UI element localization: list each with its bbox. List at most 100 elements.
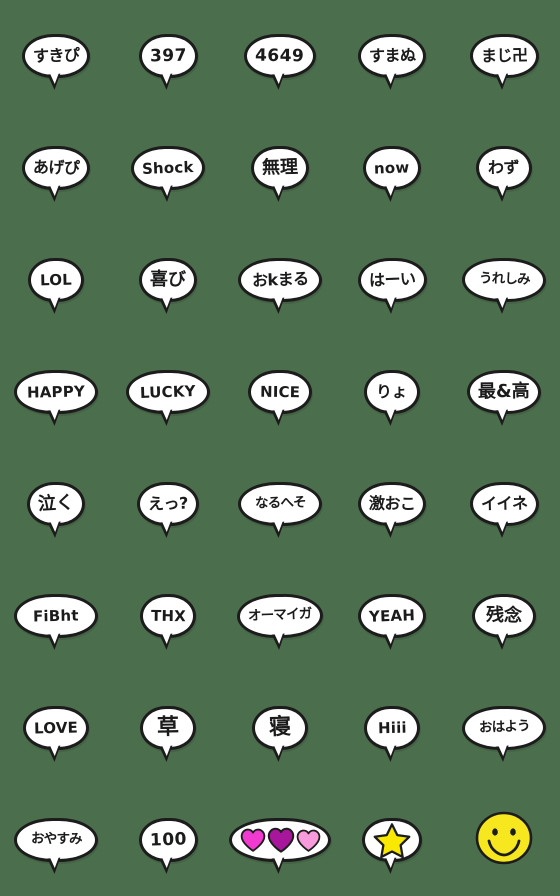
hearts-bubble-sticker[interactable] xyxy=(224,784,336,896)
emoji-cell[interactable]: りょ xyxy=(336,336,448,448)
emoji-cell[interactable]: LUCKY xyxy=(112,336,224,448)
speech-bubble-sticker[interactable]: NICE xyxy=(224,336,336,448)
emoji-cell[interactable]: FiBht xyxy=(0,560,112,672)
emoji-cell[interactable]: あげぴ xyxy=(0,112,112,224)
speech-bubble-sticker[interactable]: THX xyxy=(112,560,224,672)
emoji-cell[interactable]: 4649 xyxy=(224,0,336,112)
speech-bubble-icon: 激おこ xyxy=(357,482,427,526)
speech-bubble-sticker[interactable]: LUCKY xyxy=(112,336,224,448)
bubble-label: LUCKY xyxy=(139,381,197,402)
emoji-cell[interactable]: うれしみ xyxy=(448,224,560,336)
bubble-label: わず xyxy=(488,157,520,178)
speech-bubble-icon: 寝 xyxy=(252,706,308,750)
emoji-cell[interactable]: now xyxy=(336,112,448,224)
emoji-cell[interactable]: おkまる xyxy=(224,224,336,336)
speech-bubble-sticker[interactable]: あげぴ xyxy=(0,112,112,224)
emoji-cell[interactable]: Shock xyxy=(112,112,224,224)
emoji-cell[interactable]: 草 xyxy=(112,672,224,784)
speech-bubble-sticker[interactable]: 寝 xyxy=(224,672,336,784)
emoji-cell[interactable]: なるへそ xyxy=(224,448,336,560)
speech-bubble-sticker[interactable]: Hiii xyxy=(336,672,448,784)
speech-bubble-sticker[interactable]: 100 xyxy=(112,784,224,896)
emoji-cell[interactable]: オーマイガ xyxy=(224,560,336,672)
emoji-cell[interactable] xyxy=(336,784,448,896)
speech-bubble-sticker[interactable]: すまぬ xyxy=(336,0,448,112)
speech-bubble-sticker[interactable]: FiBht xyxy=(0,560,112,672)
speech-bubble-sticker[interactable]: 残念 xyxy=(448,560,560,672)
speech-bubble-sticker[interactable]: 4649 xyxy=(224,0,336,112)
emoji-cell[interactable]: 最&高 xyxy=(448,336,560,448)
emoji-cell[interactable]: 397 xyxy=(112,0,224,112)
emoji-cell[interactable] xyxy=(448,784,560,896)
star-bubble-sticker[interactable] xyxy=(336,784,448,896)
emoji-cell[interactable]: すきぴ xyxy=(0,0,112,112)
speech-bubble-icon xyxy=(229,818,331,862)
speech-bubble-sticker[interactable]: 無理 xyxy=(224,112,336,224)
speech-bubble-sticker[interactable]: HAPPY xyxy=(0,336,112,448)
emoji-cell[interactable]: おはよう xyxy=(448,672,560,784)
speech-bubble-sticker[interactable]: オーマイガ xyxy=(224,560,336,672)
speech-bubble-sticker[interactable]: うれしみ xyxy=(448,224,560,336)
emoji-cell[interactable]: 喜び xyxy=(112,224,224,336)
smiley-face-sticker[interactable] xyxy=(448,784,560,896)
speech-bubble-sticker[interactable]: わず xyxy=(448,112,560,224)
speech-bubble-sticker[interactable]: YEAH xyxy=(336,560,448,672)
speech-bubble-sticker[interactable]: LOL xyxy=(0,224,112,336)
speech-bubble-icon: now xyxy=(363,146,421,190)
speech-bubble-icon: おやすみ xyxy=(14,818,98,862)
emoji-cell[interactable]: 泣く xyxy=(0,448,112,560)
speech-bubble-sticker[interactable]: おはよう xyxy=(448,672,560,784)
emoji-cell[interactable]: LOVE xyxy=(0,672,112,784)
speech-bubble-sticker[interactable]: 397 xyxy=(112,0,224,112)
heart-icon xyxy=(240,828,266,852)
bubble-label: すまぬ xyxy=(368,45,416,66)
emoji-cell[interactable]: 寝 xyxy=(224,672,336,784)
emoji-cell[interactable]: 激おこ xyxy=(336,448,448,560)
speech-bubble-sticker[interactable]: なるへそ xyxy=(224,448,336,560)
speech-bubble-sticker[interactable]: 最&高 xyxy=(448,336,560,448)
bubble-label: Hiii xyxy=(377,718,407,737)
emoji-cell[interactable]: 残念 xyxy=(448,560,560,672)
speech-bubble-sticker[interactable]: LOVE xyxy=(0,672,112,784)
bubble-label: えっ? xyxy=(147,493,189,514)
speech-bubble-sticker[interactable]: すきぴ xyxy=(0,0,112,112)
emoji-cell[interactable]: THX xyxy=(112,560,224,672)
emoji-cell[interactable] xyxy=(224,784,336,896)
speech-bubble-icon: オーマイガ xyxy=(236,593,324,639)
speech-bubble-sticker[interactable]: おやすみ xyxy=(0,784,112,896)
star-icon xyxy=(373,822,411,858)
speech-bubble-sticker[interactable]: now xyxy=(336,112,448,224)
three-hearts-icon xyxy=(240,827,321,853)
speech-bubble-sticker[interactable]: はーい xyxy=(336,224,448,336)
emoji-cell[interactable]: 100 xyxy=(112,784,224,896)
emoji-cell[interactable]: 無理 xyxy=(224,112,336,224)
emoji-cell[interactable]: まじ卍 xyxy=(448,0,560,112)
emoji-cell[interactable]: Hiii xyxy=(336,672,448,784)
speech-bubble-sticker[interactable]: 喜び xyxy=(112,224,224,336)
bubble-label: なるへそ xyxy=(254,494,306,512)
bubble-label: Shock xyxy=(141,157,195,178)
speech-bubble-sticker[interactable]: りょ xyxy=(336,336,448,448)
emoji-cell[interactable]: LOL xyxy=(0,224,112,336)
emoji-cell[interactable]: イイネ xyxy=(448,448,560,560)
speech-bubble-sticker[interactable]: イイネ xyxy=(448,448,560,560)
emoji-cell[interactable]: HAPPY xyxy=(0,336,112,448)
speech-bubble-sticker[interactable]: 激おこ xyxy=(336,448,448,560)
bubble-label: オーマイガ xyxy=(247,606,312,625)
speech-bubble-sticker[interactable]: まじ卍 xyxy=(448,0,560,112)
speech-bubble-icon: NICE xyxy=(248,370,312,414)
speech-bubble-sticker[interactable]: えっ? xyxy=(112,448,224,560)
speech-bubble-sticker[interactable]: Shock xyxy=(112,112,224,224)
speech-bubble-sticker[interactable]: おkまる xyxy=(224,224,336,336)
emoji-cell[interactable]: わず xyxy=(448,112,560,224)
emoji-cell[interactable]: はーい xyxy=(336,224,448,336)
speech-bubble-sticker[interactable]: 泣く xyxy=(0,448,112,560)
bubble-label: 最&高 xyxy=(478,380,530,403)
speech-bubble-sticker[interactable]: 草 xyxy=(112,672,224,784)
emoji-cell[interactable]: YEAH xyxy=(336,560,448,672)
emoji-cell[interactable]: すまぬ xyxy=(336,0,448,112)
emoji-cell[interactable]: NICE xyxy=(224,336,336,448)
bubble-label: now xyxy=(373,157,411,178)
emoji-cell[interactable]: おやすみ xyxy=(0,784,112,896)
emoji-cell[interactable]: えっ? xyxy=(112,448,224,560)
